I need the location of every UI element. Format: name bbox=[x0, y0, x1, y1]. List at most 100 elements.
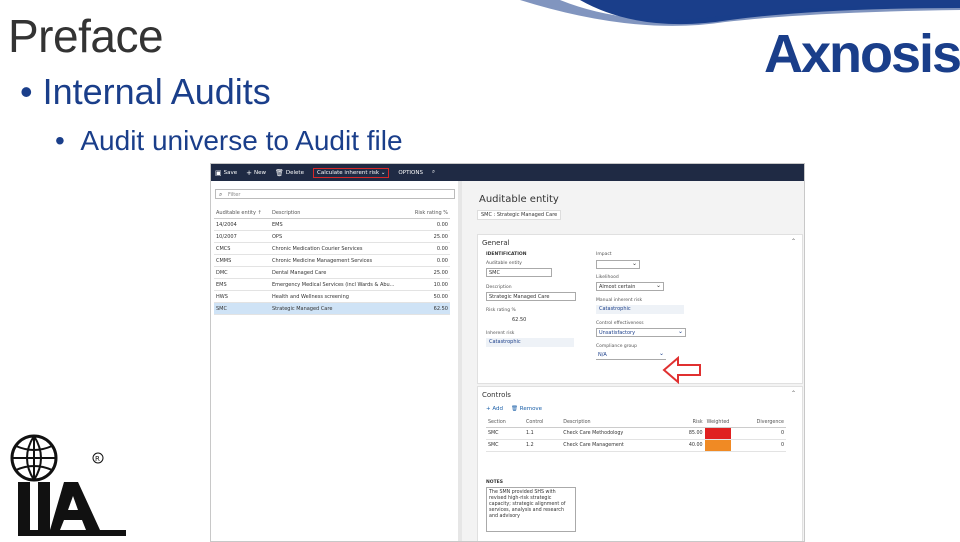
description-field[interactable]: Strategic Managed Care bbox=[486, 292, 576, 301]
controls-col-header[interactable]: Description bbox=[561, 417, 674, 428]
entity-cell: HWS bbox=[214, 290, 270, 303]
risk-rating-cell: 62.50 bbox=[404, 302, 450, 315]
app-window: ▣ Save + New 🗑 Delete Calculate inherent ri… bbox=[210, 163, 805, 542]
general-fasttab: General ⌃ IDENTIFICATION Auditable entit… bbox=[477, 234, 803, 384]
options-tab[interactable]: OPTIONS bbox=[398, 170, 423, 176]
entity-list-pane: ⌕ Filter Auditable entity ↑ Description R… bbox=[211, 181, 459, 541]
save-icon: ▣ bbox=[215, 168, 222, 177]
svg-text:R: R bbox=[95, 455, 100, 463]
impact-label: Impact bbox=[596, 252, 612, 257]
controls-col-header[interactable]: Section bbox=[486, 417, 525, 428]
controls-col-header[interactable]: Control bbox=[524, 417, 562, 428]
controls-toolbar: + Add 🗑 Remove bbox=[486, 406, 542, 412]
description-cell: EMS bbox=[270, 218, 404, 231]
table-row[interactable]: DMC Dental Managed Care 25.00 bbox=[214, 266, 450, 279]
slide-title: Preface bbox=[8, 10, 164, 62]
plus-icon: + bbox=[486, 406, 491, 412]
sub-bullet-audit-universe: • Audit universe to Audit file bbox=[55, 124, 403, 158]
identification-label: IDENTIFICATION bbox=[486, 252, 527, 257]
likelihood-dropdown[interactable]: Almost certain bbox=[596, 282, 664, 291]
general-header[interactable]: General bbox=[482, 239, 510, 247]
entity-detail-pane: Auditable entity SMC : Strategic Managed… bbox=[463, 181, 804, 541]
control-cell: 1.2 bbox=[524, 439, 562, 452]
filter-input[interactable]: ⌕ Filter bbox=[215, 189, 455, 199]
chevron-down-icon: ⌄ bbox=[380, 169, 386, 176]
save-button[interactable]: ▣ Save bbox=[215, 169, 237, 177]
risk-cell: 85.00 bbox=[673, 427, 705, 440]
compliance-group-label: Compliance group bbox=[596, 344, 637, 349]
divergence-cell: 0 bbox=[731, 427, 786, 440]
notes-label: NOTES bbox=[486, 480, 503, 485]
col-header-entity[interactable]: Auditable entity ↑ bbox=[214, 207, 270, 219]
controls-header[interactable]: Controls bbox=[482, 391, 511, 399]
add-control-button[interactable]: + Add bbox=[486, 406, 503, 412]
notes-field[interactable]: The SMN provided SHS with revised high-r… bbox=[486, 487, 576, 532]
calculate-inherent-risk-button[interactable]: Calculate inherent risk ⌄ bbox=[312, 167, 390, 178]
red-arrow-callout bbox=[662, 356, 701, 384]
table-row[interactable]: 14/2004 EMS 0.00 bbox=[214, 218, 450, 231]
description-cell: Chronic Medication Courier Services bbox=[270, 242, 404, 255]
new-button[interactable]: + New bbox=[246, 169, 266, 177]
col-header-description[interactable]: Description bbox=[270, 207, 404, 219]
bullet-dot: • bbox=[20, 71, 33, 112]
section-cell: SMC bbox=[486, 439, 525, 452]
compliance-group-dropdown[interactable]: N/A bbox=[596, 351, 666, 360]
table-row[interactable]: CMMS Chronic Medicine Management Services… bbox=[214, 254, 450, 267]
entity-cell: EMS bbox=[214, 278, 270, 291]
bullet-internal-audits: • Internal Audits bbox=[20, 70, 271, 114]
divergence-cell: 0 bbox=[731, 439, 786, 452]
pane-splitter[interactable] bbox=[458, 181, 462, 541]
controls-grid: Section Control Description Risk Weighted Div… bbox=[486, 417, 786, 452]
iia-logo: R bbox=[8, 430, 126, 536]
controls-fasttab: Controls ⌃ + Add 🗑 Remove Section Control… bbox=[477, 386, 803, 541]
description-cell: Check Care Methodology bbox=[561, 427, 674, 440]
controls-col-header[interactable]: Divergence bbox=[731, 417, 786, 428]
table-row[interactable]: SMC Strategic Managed Care 62.50 bbox=[214, 302, 450, 315]
weighted-cell bbox=[704, 439, 732, 452]
collapse-icon[interactable]: ⌃ bbox=[791, 238, 796, 245]
entity-cell: CMMS bbox=[214, 254, 270, 267]
description-cell: Emergency Medical Services (incl Wards &… bbox=[270, 278, 404, 291]
bullet-text: Internal Audits bbox=[42, 71, 271, 112]
entity-cell: 14/2004 bbox=[214, 218, 270, 231]
axnosis-logo: Axnosis bbox=[520, 0, 960, 95]
description-cell: Health and Wellness screening bbox=[270, 290, 404, 303]
description-cell: Strategic Managed Care bbox=[270, 302, 404, 315]
table-row[interactable]: CMCS Chronic Medication Courier Services 0… bbox=[214, 242, 450, 255]
entity-cell: 10/2007 bbox=[214, 230, 270, 243]
risk-rating-cell: 50.00 bbox=[404, 290, 450, 303]
section-cell: SMC bbox=[486, 427, 525, 440]
entity-cell: SMC bbox=[214, 302, 270, 315]
description-cell: Dental Managed Care bbox=[270, 266, 404, 279]
risk-cell: 40.00 bbox=[673, 439, 705, 452]
table-row[interactable]: 10/2007 OPS 25.00 bbox=[214, 230, 450, 243]
risk-rating-cell: 25.00 bbox=[404, 230, 450, 243]
description-cell: OPS bbox=[270, 230, 404, 243]
risk-rating-cell: 10.00 bbox=[404, 278, 450, 291]
table-row[interactable]: SMC 1.1 Check Care Methodology 85.00 0 bbox=[486, 427, 786, 440]
impact-dropdown[interactable] bbox=[596, 260, 640, 269]
trash-icon: 🗑 bbox=[511, 406, 518, 412]
manual-inherent-risk-label: Manual inherent risk bbox=[596, 298, 643, 303]
search-icon: ⌕ bbox=[219, 191, 223, 198]
table-row[interactable]: EMS Emergency Medical Services (incl Ward… bbox=[214, 278, 450, 291]
likelihood-label: Likelihood bbox=[596, 275, 619, 280]
delete-button[interactable]: 🗑 Delete bbox=[275, 169, 304, 177]
control-effectiveness-label: Control effectiveness bbox=[596, 321, 644, 326]
remove-control-button[interactable]: 🗑 Remove bbox=[511, 406, 542, 412]
controls-col-header[interactable]: Weighted bbox=[704, 417, 732, 428]
risk-rating-cell: 0.00 bbox=[404, 218, 450, 231]
search-icon[interactable]: ⌕ bbox=[432, 169, 435, 176]
manual-inherent-risk-value: Catastrophic bbox=[596, 305, 684, 314]
col-header-risk-rating[interactable]: Risk rating % bbox=[404, 207, 450, 219]
table-row[interactable]: SMC 1.2 Check Care Management 40.00 0 bbox=[486, 439, 786, 452]
entity-field[interactable]: SMC bbox=[486, 268, 552, 277]
collapse-icon[interactable]: ⌃ bbox=[791, 390, 796, 397]
inherent-risk-value: Catastrophic bbox=[486, 338, 574, 347]
entity-field-label: Auditable entity bbox=[486, 261, 522, 266]
controls-col-header[interactable]: Risk bbox=[673, 417, 705, 428]
risk-rating-cell: 0.00 bbox=[404, 254, 450, 267]
table-row[interactable]: HWS Health and Wellness screening 50.00 bbox=[214, 290, 450, 303]
control-effectiveness-dropdown[interactable]: Unsatisfactory bbox=[596, 328, 686, 337]
description-cell: Check Care Management bbox=[561, 439, 674, 452]
